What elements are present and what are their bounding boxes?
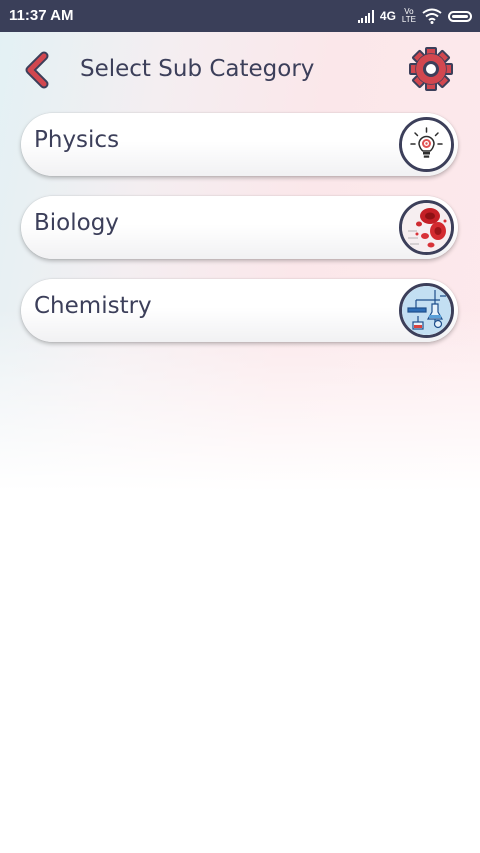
- volte-bottom: LTE: [401, 15, 416, 24]
- gear-icon: [409, 47, 453, 91]
- back-button[interactable]: [18, 48, 58, 92]
- lightbulb-target-icon: [399, 117, 454, 172]
- status-time: 11:37 AM: [9, 7, 74, 24]
- page-title: Select Sub Category: [80, 56, 315, 82]
- battery-icon: [448, 10, 472, 22]
- background-gradient: [0, 32, 480, 492]
- volte-icon: Vo LTE: [402, 8, 416, 24]
- status-bar: 11:37 AM 4G Vo LTE: [0, 0, 480, 32]
- category-card-chemistry[interactable]: Chemistry: [21, 279, 458, 342]
- category-card-physics[interactable]: Physics: [21, 113, 458, 176]
- lab-equipment-icon: [399, 283, 454, 338]
- network-type: 4G: [379, 9, 396, 23]
- category-label: Biology: [34, 210, 119, 236]
- blood-cells-icon: [399, 200, 454, 255]
- wifi-icon: [422, 8, 442, 24]
- signal-icon: [357, 9, 374, 23]
- settings-button[interactable]: [408, 46, 454, 92]
- category-card-biology[interactable]: Biology: [21, 196, 458, 259]
- status-icons: 4G Vo LTE: [357, 6, 472, 26]
- category-label: Chemistry: [34, 293, 152, 319]
- chevron-left-icon: [25, 51, 49, 89]
- category-label: Physics: [34, 127, 120, 153]
